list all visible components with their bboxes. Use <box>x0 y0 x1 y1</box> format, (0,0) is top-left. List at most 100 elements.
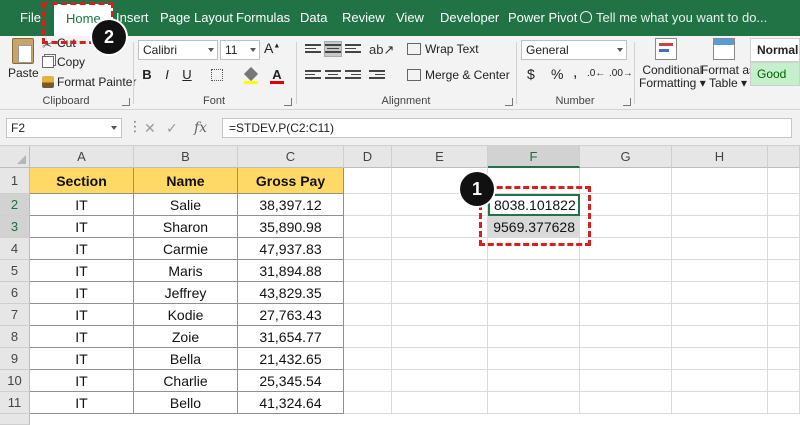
cell-gross-pay[interactable]: 43,829.35 <box>238 282 344 304</box>
insert-function-button[interactable]: fx <box>194 120 207 136</box>
cell-name[interactable]: Zoie <box>134 326 238 348</box>
cell-name[interactable]: Jeffrey <box>134 282 238 304</box>
merge-center-button[interactable]: Merge & Center <box>407 68 510 82</box>
font-name-dropdown[interactable]: Calibri <box>138 40 218 60</box>
cell-section[interactable]: IT <box>30 238 134 260</box>
cell-name[interactable]: Kodie <box>134 304 238 326</box>
cell-gross-pay[interactable]: 27,763.43 <box>238 304 344 326</box>
empty-cell[interactable] <box>392 260 488 282</box>
empty-cell[interactable] <box>580 348 672 370</box>
tab-review[interactable]: Review <box>336 0 391 36</box>
alignment-launcher-icon[interactable] <box>505 98 513 106</box>
cell-section[interactable]: IT <box>30 304 134 326</box>
align-right-icon[interactable] <box>345 68 361 82</box>
bold-button[interactable]: B <box>138 66 156 84</box>
empty-cell[interactable] <box>768 304 800 326</box>
header-cell-name[interactable]: Name <box>134 168 238 194</box>
align-middle-icon[interactable] <box>324 41 342 57</box>
cell-section[interactable]: IT <box>30 260 134 282</box>
empty-cell[interactable] <box>672 370 768 392</box>
cell-name[interactable]: Sharon <box>134 216 238 238</box>
empty-cell[interactable] <box>392 238 488 260</box>
cancel-icon[interactable]: ✕ <box>144 120 156 137</box>
empty-cell[interactable] <box>392 370 488 392</box>
orientation-icon[interactable]: ab↗ <box>369 42 394 57</box>
column-header-g[interactable]: G <box>580 146 672 168</box>
row-header-12[interactable] <box>0 414 30 425</box>
align-bottom-icon[interactable] <box>345 42 361 56</box>
cell-section[interactable]: IT <box>30 216 134 238</box>
empty-cell[interactable] <box>672 194 768 216</box>
cell-section[interactable]: IT <box>30 282 134 304</box>
empty-cell[interactable] <box>672 348 768 370</box>
tell-me-search[interactable]: Tell me what you want to do... <box>580 0 767 36</box>
empty-cell[interactable] <box>344 282 392 304</box>
tab-power-pivot[interactable]: Power Pivot <box>502 0 583 36</box>
empty-cell[interactable] <box>580 282 672 304</box>
copy-button[interactable]: Copy <box>42 55 85 69</box>
column-header-i[interactable] <box>768 146 800 168</box>
decimal-decrease-icon[interactable]: .00→ <box>609 68 633 79</box>
empty-cell[interactable] <box>768 348 800 370</box>
underline-button[interactable]: U <box>178 66 196 84</box>
currency-button[interactable]: $ <box>527 66 535 82</box>
cell-gross-pay[interactable]: 47,937.83 <box>238 238 344 260</box>
empty-cell[interactable] <box>580 370 672 392</box>
font-color-icon[interactable]: A <box>268 66 286 84</box>
empty-cell[interactable] <box>344 304 392 326</box>
header-cell-gross-pay[interactable]: Gross Pay <box>238 168 344 194</box>
empty-cell[interactable] <box>672 326 768 348</box>
empty-cell[interactable] <box>344 260 392 282</box>
italic-button[interactable]: I <box>158 66 176 84</box>
cell-gross-pay[interactable]: 31,654.77 <box>238 326 344 348</box>
style-normal[interactable]: Normal <box>750 38 800 62</box>
cell-name[interactable]: Bello <box>134 392 238 414</box>
row-header-3[interactable]: 3 <box>0 216 30 238</box>
empty-cell[interactable] <box>580 304 672 326</box>
number-launcher-icon[interactable] <box>623 98 631 106</box>
row-header-11[interactable]: 11 <box>0 392 30 414</box>
empty-cell[interactable] <box>580 194 672 216</box>
empty-cell[interactable] <box>344 392 392 414</box>
tab-formulas[interactable]: Formulas <box>230 0 296 36</box>
empty-cell[interactable] <box>392 326 488 348</box>
empty-cell[interactable] <box>672 392 768 414</box>
percent-button[interactable]: % <box>551 66 563 82</box>
empty-cell[interactable] <box>768 370 800 392</box>
column-header-f[interactable]: F <box>488 146 580 168</box>
empty-cell[interactable] <box>344 216 392 238</box>
empty-cell[interactable] <box>768 194 800 216</box>
empty-cell[interactable] <box>488 326 580 348</box>
select-all-corner[interactable] <box>0 146 30 168</box>
tab-view[interactable]: View <box>390 0 430 36</box>
empty-cell[interactable] <box>672 260 768 282</box>
borders-icon[interactable] <box>208 66 226 84</box>
align-top-icon[interactable] <box>305 42 321 56</box>
row-header-8[interactable]: 8 <box>0 326 30 348</box>
empty-cell[interactable] <box>768 392 800 414</box>
decimal-increase-icon[interactable]: .0← <box>587 68 605 79</box>
paste-button[interactable]: Paste <box>8 66 39 80</box>
empty-cell[interactable] <box>580 216 672 238</box>
cell-section[interactable]: IT <box>30 348 134 370</box>
cell-name[interactable]: Carmie <box>134 238 238 260</box>
cell-section[interactable]: IT <box>30 194 134 216</box>
empty-cell[interactable] <box>392 216 488 238</box>
empty-cell[interactable] <box>344 326 392 348</box>
style-good[interactable]: Good <box>750 62 800 86</box>
empty-cell[interactable] <box>392 348 488 370</box>
indent-icon[interactable] <box>369 68 385 82</box>
cell-name[interactable]: Charlie <box>134 370 238 392</box>
empty-cell[interactable] <box>580 238 672 260</box>
cell-name[interactable]: Salie <box>134 194 238 216</box>
empty-cell[interactable] <box>488 392 580 414</box>
cell-section[interactable]: IT <box>30 392 134 414</box>
empty-cell[interactable] <box>672 168 768 194</box>
cell-name[interactable]: Maris <box>134 260 238 282</box>
cell-name[interactable]: Bella <box>134 348 238 370</box>
empty-cell[interactable] <box>768 168 800 194</box>
empty-cell[interactable] <box>672 282 768 304</box>
empty-cell[interactable] <box>672 216 768 238</box>
enter-icon[interactable]: ✓ <box>166 120 178 137</box>
empty-cell[interactable] <box>580 260 672 282</box>
